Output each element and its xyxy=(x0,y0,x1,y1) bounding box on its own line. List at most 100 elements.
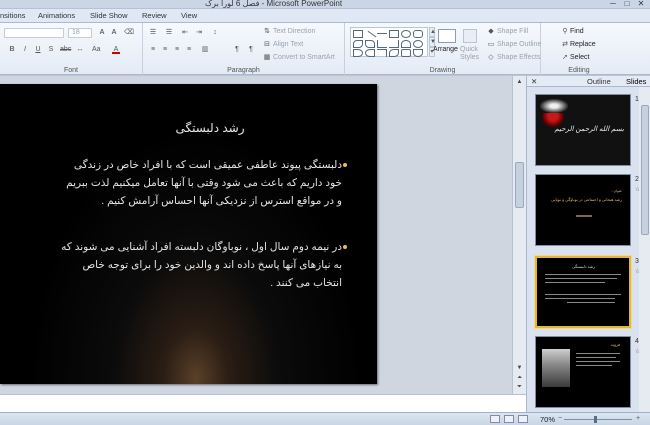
convert-smartart-button[interactable]: Convert to SmartArt xyxy=(273,54,335,61)
font-name-box[interactable] xyxy=(4,28,64,38)
scroll-thumb[interactable] xyxy=(515,162,524,208)
tab-review[interactable]: Review xyxy=(142,11,167,20)
normal-view-icon[interactable] xyxy=(490,415,500,423)
clear-format-icon[interactable]: ⌫ xyxy=(124,29,134,37)
zoom-in-icon[interactable]: + xyxy=(634,415,642,423)
slide-title[interactable]: رشد دلبستگی xyxy=(120,121,300,135)
zoom-out-icon[interactable]: − xyxy=(556,415,564,423)
shapes-scroll-up[interactable]: ▲ xyxy=(429,27,436,37)
square-shape-icon[interactable] xyxy=(389,30,399,38)
tab-slides[interactable]: Slides xyxy=(626,77,646,86)
arrange-button[interactable]: Arrange xyxy=(433,46,458,53)
tab-animations[interactable]: Animations xyxy=(38,11,75,20)
tab-view[interactable]: View xyxy=(181,11,197,20)
align-center-icon[interactable]: ≡ xyxy=(161,46,169,54)
shadow-icon[interactable]: S xyxy=(47,46,55,54)
prev-slide-icon[interactable]: ⏶ xyxy=(515,374,524,382)
rounded-rect-shape-icon[interactable] xyxy=(413,30,423,38)
quick-styles-button[interactable]: Quick Styles xyxy=(460,46,484,62)
rectangle-shape-icon[interactable] xyxy=(353,30,363,38)
align-left-icon[interactable]: ≡ xyxy=(149,46,157,54)
font-group: 18 A A ⌫ B I U S abc ↔ Aa A Font xyxy=(0,23,143,75)
circle-shape-icon[interactable] xyxy=(413,40,423,48)
minimize-button[interactable]: ─ xyxy=(606,0,620,8)
bracket-shape-icon[interactable] xyxy=(365,49,375,57)
justify-icon[interactable]: ≡ xyxy=(185,46,193,54)
font-color-icon[interactable]: A xyxy=(112,46,120,54)
corner-shape-icon[interactable] xyxy=(377,49,387,57)
italic-icon[interactable]: I xyxy=(21,46,29,54)
slide-thumbnail-3[interactable]: رشد دلبستگی xyxy=(535,256,631,328)
change-case-icon[interactable]: Aa xyxy=(92,46,101,54)
zoom-level[interactable]: 70% xyxy=(540,415,555,424)
title-bar: فصل 6 لورا برک - Microsoft PowerPoint ─ … xyxy=(0,0,650,9)
bullet-marker xyxy=(343,163,347,167)
next-slide-icon[interactable]: ⏷ xyxy=(515,383,524,391)
decrease-indent-icon[interactable]: ⇤ xyxy=(181,29,189,37)
select-button[interactable]: Select xyxy=(570,54,589,61)
notes-pane[interactable] xyxy=(0,394,526,412)
replace-button[interactable]: Replace xyxy=(570,41,596,48)
slide-thumbnail-4[interactable]: فروید xyxy=(535,336,631,408)
brace-shape-icon[interactable] xyxy=(353,49,363,57)
increase-indent-icon[interactable]: ⇥ xyxy=(195,29,203,37)
slide-bullet-1[interactable]: دلبستگی پیوند عاطفی عمیقی است که با افرا… xyxy=(8,156,342,210)
triangle-shape-icon[interactable] xyxy=(353,40,363,48)
underline-icon[interactable]: U xyxy=(34,46,42,54)
leaf-shape-icon[interactable] xyxy=(389,49,399,57)
align-text-button[interactable]: Align Text xyxy=(273,41,303,48)
slide-sorter-icon[interactable] xyxy=(504,415,514,423)
font-size-box[interactable]: 18 xyxy=(68,28,92,38)
tab-transitions[interactable]: nsitions xyxy=(0,11,25,20)
shape-outline-button[interactable]: Shape Outline xyxy=(497,41,541,48)
maximize-button[interactable]: □ xyxy=(620,0,634,8)
scroll-up-icon[interactable]: ▲ xyxy=(515,78,524,86)
line-spacing-icon[interactable]: ↕ xyxy=(211,29,219,37)
grow-font-icon[interactable]: A xyxy=(98,29,106,37)
shape-effects-button[interactable]: Shape Effects xyxy=(497,54,540,61)
bold-icon[interactable]: B xyxy=(8,46,16,54)
thumb-3-line xyxy=(545,282,605,283)
scroll-down-icon[interactable]: ▼ xyxy=(515,364,524,372)
slide-canvas[interactable]: رشد دلبستگی دلبستگی پیوند عاطفی عمیقی اس… xyxy=(0,84,377,384)
find-button[interactable]: Find xyxy=(570,28,584,35)
text-direction-button[interactable]: Text Direction xyxy=(273,28,315,35)
shrink-font-icon[interactable]: A xyxy=(110,29,118,37)
elbow-shape-icon[interactable] xyxy=(377,40,387,48)
shape-fill-button[interactable]: Shape Fill xyxy=(497,28,528,35)
arc-shape-icon[interactable] xyxy=(401,40,411,48)
strikethrough-icon[interactable]: abc xyxy=(60,46,71,54)
oval-shape-icon[interactable] xyxy=(401,30,411,38)
columns-icon[interactable]: ▥ xyxy=(201,46,209,54)
panel-scrollbar[interactable] xyxy=(639,87,650,412)
star-shape-icon[interactable] xyxy=(413,49,423,57)
zoom-slider-handle[interactable] xyxy=(594,416,597,423)
align-right-icon[interactable]: ≡ xyxy=(173,46,181,54)
thumb-1-calligraphy: بسم الله الرحمن الرحیم xyxy=(554,126,624,133)
callout-shape-icon[interactable] xyxy=(401,49,411,57)
slide-thumbnail-1[interactable]: بسم الله الرحمن الرحیم xyxy=(535,94,631,166)
panel-scroll-thumb[interactable] xyxy=(641,105,649,235)
reading-view-icon[interactable] xyxy=(518,415,528,423)
slide-bullet-2[interactable]: در نیمه دوم سال اول ، نوباوگان دلبسته اف… xyxy=(8,238,342,292)
zoom-slider[interactable] xyxy=(564,419,632,420)
thumb-3-line xyxy=(545,298,615,299)
connector-shape-icon[interactable] xyxy=(389,40,399,48)
rtl-icon[interactable]: ¶ xyxy=(233,46,241,54)
shape-fill-icon: ◆ xyxy=(488,28,494,35)
text-direction-icon: ⇅ xyxy=(264,28,270,35)
close-button[interactable]: ✕ xyxy=(634,0,648,8)
slide-thumbnail-2[interactable]: عنوان : رشد هیجانی و اجتماعی در نوباوگی … xyxy=(535,174,631,246)
thumb-3-line xyxy=(545,274,621,275)
bullets-icon[interactable]: ☰ xyxy=(149,29,157,37)
char-spacing-icon[interactable]: ↔ xyxy=(76,46,84,54)
ltr-icon[interactable]: ¶ xyxy=(247,46,255,54)
curve-shape-icon[interactable] xyxy=(365,40,375,48)
bullet-2-line-2: به نیازهای آنها پاسخ داده اند و والدین خ… xyxy=(82,259,342,271)
panel-close-icon[interactable]: ✕ xyxy=(531,77,537,86)
shapes-gallery[interactable] xyxy=(350,27,428,57)
tab-slide-show[interactable]: Slide Show xyxy=(90,11,128,20)
tab-outline[interactable]: Outline xyxy=(587,77,611,86)
editor-vertical-scrollbar[interactable]: ▲ ▼ ⏶ ⏷ xyxy=(512,76,526,394)
numbering-icon[interactable]: ☰ xyxy=(165,29,173,37)
